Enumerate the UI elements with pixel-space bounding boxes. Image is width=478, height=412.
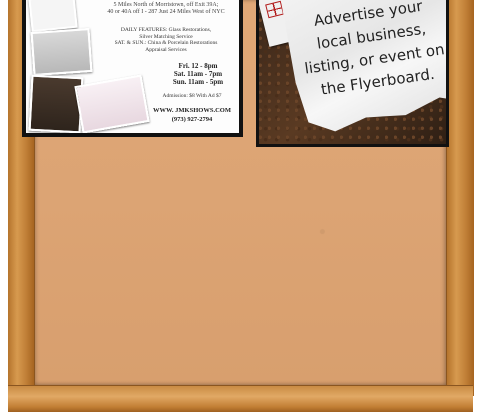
frame-bottom bbox=[8, 385, 473, 412]
table-photo bbox=[30, 27, 93, 77]
hours-line: Sat. 11am - 7pm bbox=[173, 70, 223, 78]
flyer-hours: Fri. 12 - 8pm Sat. 11am - 7pm Sun. 11am … bbox=[156, 62, 239, 86]
flyer-directions: 5 Miles North of Morristown, off Exit 39… bbox=[92, 2, 239, 16]
flyer-website: WWW. JMKSHOWS.COM bbox=[153, 107, 231, 114]
directions-line: 40 or 40A off I - 287 Just 24 Miles West… bbox=[107, 9, 225, 15]
flyer-phone: (973) 927-2794 bbox=[171, 116, 213, 123]
flyer-admission: Admission: $8 With Ad $7 bbox=[162, 93, 222, 99]
flyer-features: DAILY FEATURES: Glass Restorations, Silv… bbox=[92, 27, 239, 53]
calendar-card-icon bbox=[265, 0, 285, 19]
antiques-show-flyer[interactable]: 5 Miles North of Morristown, off Exit 39… bbox=[22, 0, 243, 137]
directions-line: 5 Miles North of Morristown, off Exit 39… bbox=[113, 2, 219, 8]
hours-line: Sun. 11am - 5pm bbox=[172, 78, 224, 86]
advertise-promo-flyer[interactable]: Advertise your local business, listing, … bbox=[256, 0, 449, 147]
frame-right bbox=[446, 0, 474, 396]
flyerboard: 5 Miles North of Morristown, off Exit 39… bbox=[0, 0, 478, 412]
lamp-photo bbox=[28, 74, 84, 133]
features-line: Appraisal Services bbox=[145, 46, 187, 53]
hours-line: Fri. 12 - 8pm bbox=[178, 62, 218, 70]
shoe-photo bbox=[28, 0, 78, 33]
glassware-photo bbox=[74, 74, 150, 133]
